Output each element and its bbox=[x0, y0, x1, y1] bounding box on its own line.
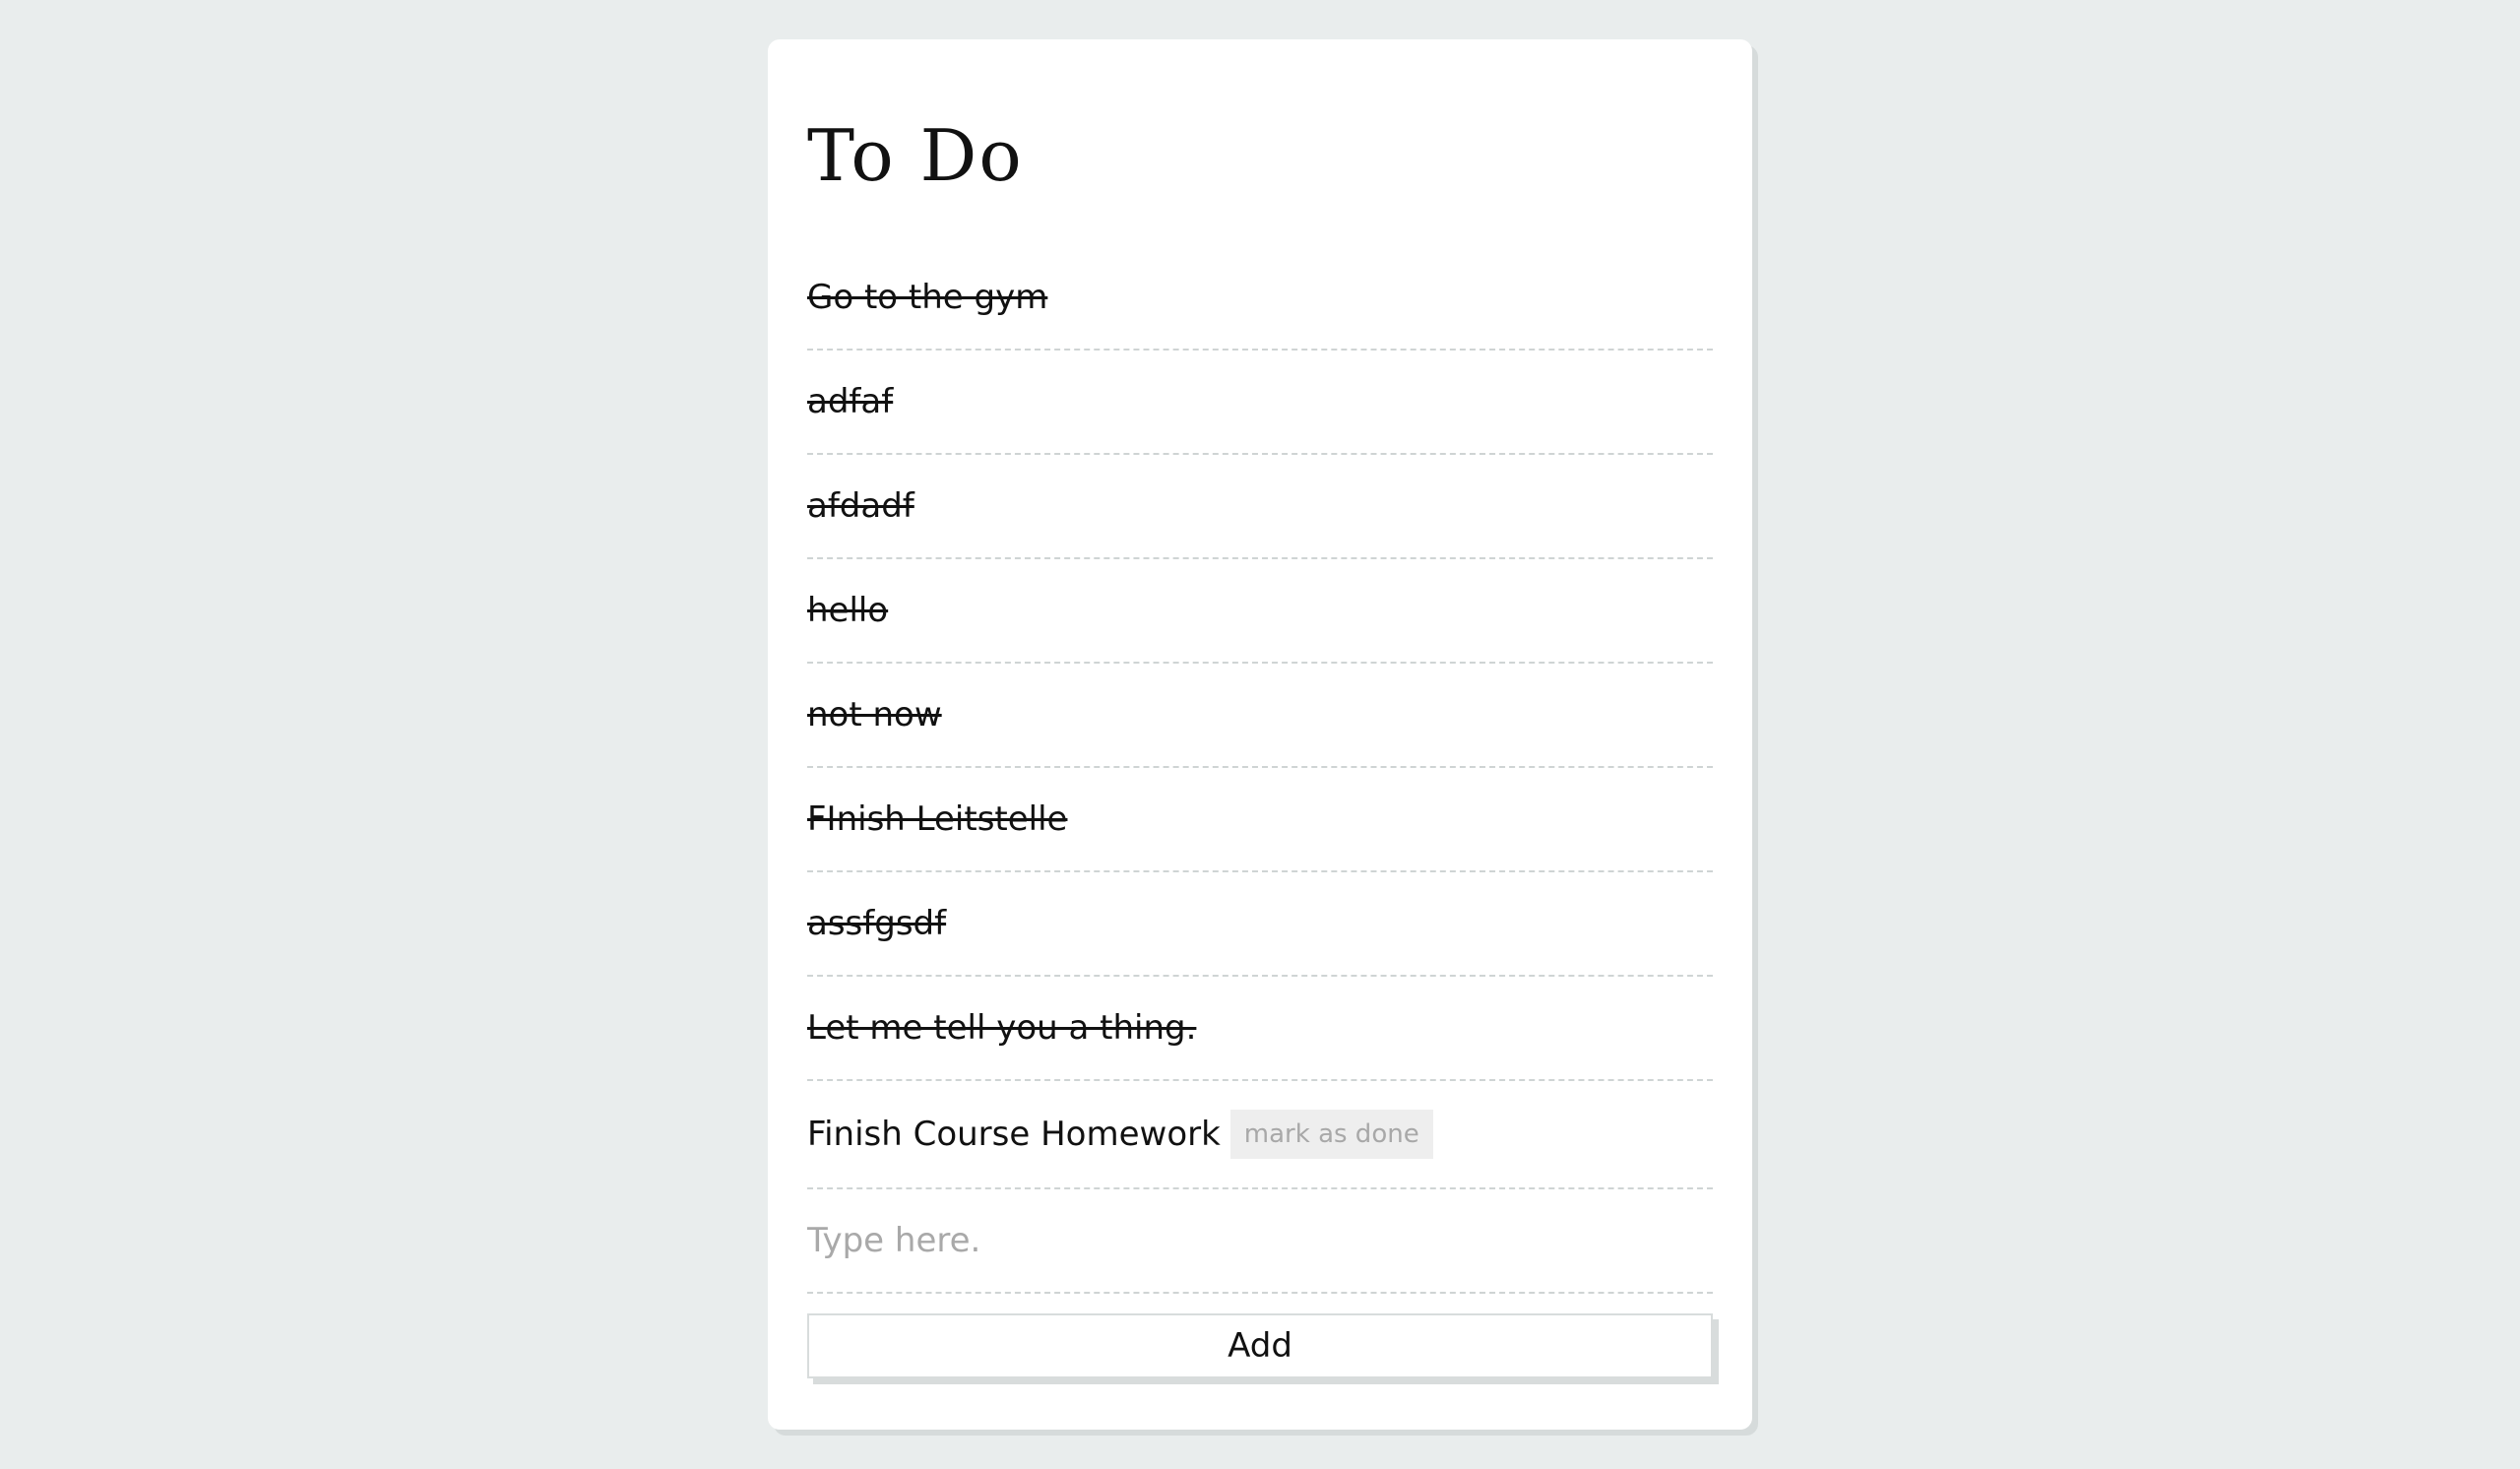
list-item: FInish Leitstelle bbox=[807, 768, 1713, 872]
new-item-input[interactable] bbox=[807, 1221, 1713, 1260]
item-text: adfaf bbox=[807, 382, 894, 421]
list-item: Let me tell you a thing. bbox=[807, 977, 1713, 1081]
todo-card: To Do Go to the gym adfaf afdadf hello n… bbox=[768, 39, 1752, 1430]
list-item: adfaf bbox=[807, 351, 1713, 455]
item-text: Let me tell you a thing. bbox=[807, 1008, 1197, 1048]
list-item: not now bbox=[807, 664, 1713, 768]
todo-list: Go to the gym adfaf afdadf hello not now… bbox=[807, 246, 1713, 1189]
item-text: assfgsdf bbox=[807, 904, 947, 943]
add-button[interactable]: Add bbox=[807, 1313, 1713, 1378]
item-text: not now bbox=[807, 695, 942, 734]
new-item-row bbox=[807, 1189, 1713, 1294]
list-item: afdadf bbox=[807, 455, 1713, 559]
item-text: FInish Leitstelle bbox=[807, 799, 1068, 839]
list-item: hello bbox=[807, 559, 1713, 664]
list-item: Go to the gym bbox=[807, 246, 1713, 351]
list-item: assfgsdf bbox=[807, 872, 1713, 977]
item-text: Go to the gym bbox=[807, 278, 1048, 317]
page-title: To Do bbox=[807, 114, 1024, 197]
item-text: hello bbox=[807, 591, 889, 630]
mark-as-done-button[interactable]: mark as done bbox=[1229, 1110, 1433, 1159]
item-text: afdadf bbox=[807, 486, 914, 526]
list-item: Finish Course Homework mark as done bbox=[807, 1081, 1713, 1189]
item-text: Finish Course Homework bbox=[807, 1115, 1221, 1154]
